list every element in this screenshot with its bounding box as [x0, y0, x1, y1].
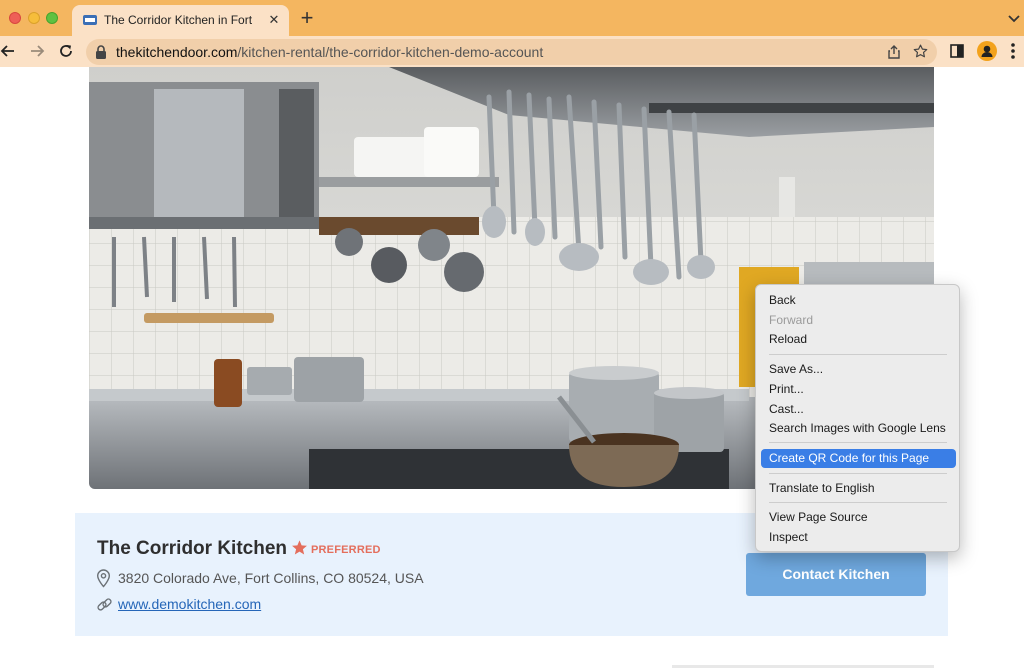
site-favicon-icon [83, 15, 97, 25]
lock-icon[interactable] [95, 45, 107, 59]
tab-search-chevron-icon[interactable] [1006, 10, 1022, 26]
menu-item-print[interactable]: Print... [761, 380, 956, 399]
close-tab-icon[interactable]: ✕ [266, 12, 282, 28]
menu-separator [769, 473, 947, 474]
forward-icon[interactable] [27, 41, 47, 61]
browser-tab[interactable]: The Corridor Kitchen in Fort Co ✕ [72, 5, 289, 36]
menu-item-translate[interactable]: Translate to English [761, 479, 956, 498]
menu-item-back[interactable]: Back [761, 291, 956, 310]
link-icon [97, 598, 112, 611]
menu-icon[interactable] [1010, 42, 1016, 60]
address-bar[interactable]: thekitchendoor.com/kitchen-rental/the-co… [86, 39, 937, 65]
preferred-badge: PREFERRED [311, 544, 381, 556]
menu-item-search-images-google-lens[interactable]: Search Images with Google Lens [761, 419, 956, 438]
reload-icon[interactable] [56, 41, 76, 61]
menu-item-cast[interactable]: Cast... [761, 400, 956, 419]
close-window-button[interactable] [9, 12, 21, 24]
side-panel-icon[interactable] [950, 44, 964, 58]
contact-kitchen-button[interactable]: Contact Kitchen [746, 553, 926, 596]
menu-item-save-as[interactable]: Save As... [761, 360, 956, 379]
context-menu: Back Forward Reload Save As... Print... … [755, 284, 960, 552]
browser-toolbar: thekitchendoor.com/kitchen-rental/the-co… [0, 36, 1024, 67]
website-link[interactable]: www.demokitchen.com [118, 596, 261, 612]
share-icon[interactable] [886, 44, 902, 60]
location-pin-icon [96, 569, 111, 588]
menu-item-create-qr-code[interactable]: Create QR Code for this Page [761, 449, 956, 468]
browser-titlebar: The Corridor Kitchen in Fort Co ✕ + [0, 0, 1024, 36]
menu-separator [769, 442, 947, 443]
minimize-window-button[interactable] [28, 12, 40, 24]
preferred-star-icon [292, 540, 307, 555]
menu-item-forward: Forward [769, 313, 814, 327]
url-path: /kitchen-rental/the-corridor-kitchen-dem… [237, 44, 544, 60]
menu-separator [769, 502, 947, 503]
maximize-window-button[interactable] [46, 12, 58, 24]
person-icon [981, 45, 993, 57]
menu-item-inspect[interactable]: Inspect [761, 528, 956, 547]
menu-separator [769, 354, 947, 355]
menu-item-reload[interactable]: Reload [761, 330, 956, 349]
back-icon[interactable] [0, 41, 18, 61]
url-text: thekitchendoor.com/kitchen-rental/the-co… [116, 44, 543, 60]
bookmark-star-icon[interactable] [912, 43, 929, 60]
profile-icon[interactable] [977, 41, 997, 61]
new-tab-button[interactable]: + [297, 7, 317, 29]
kitchen-name: The Corridor Kitchen [97, 538, 288, 559]
menu-item-view-page-source[interactable]: View Page Source [761, 508, 956, 527]
kitchen-address: 3820 Colorado Ave, Fort Collins, CO 8052… [118, 570, 424, 586]
url-host: thekitchendoor.com [116, 44, 238, 60]
tab-title: The Corridor Kitchen in Fort Co [104, 13, 254, 27]
